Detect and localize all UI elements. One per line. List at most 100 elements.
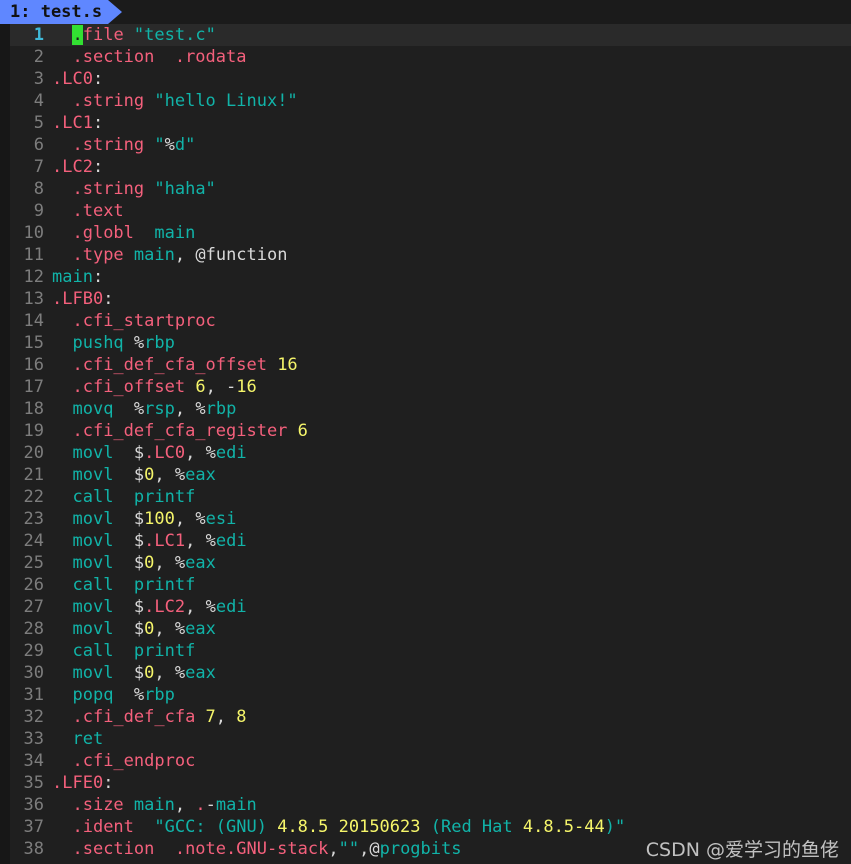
code-line[interactable]: 12 main:	[0, 266, 851, 288]
code-line[interactable]: 2 .section .rodata	[0, 46, 851, 68]
code-token: ,	[328, 839, 339, 859]
code-line[interactable]: 36 .size main, .-main	[0, 794, 851, 816]
code-token: main	[133, 245, 175, 265]
code-token: :	[103, 773, 114, 793]
code-text: .globl main	[44, 222, 851, 244]
code-token: .size	[72, 795, 134, 815]
code-line[interactable]: 10 .globl main	[0, 222, 851, 244]
tab-arrow-icon	[108, 0, 123, 24]
code-text: .file "test.c"	[44, 24, 851, 46]
text-cursor: .	[72, 25, 83, 45]
code-token: eax	[185, 553, 216, 573]
code-line[interactable]: 3 .LC0:	[0, 68, 851, 90]
code-line[interactable]: 6 .string "%d"	[0, 134, 851, 156]
code-token: ,	[174, 399, 196, 419]
code-text: .LFB0:	[44, 288, 851, 310]
code-token: rsp	[144, 399, 175, 419]
code-token: $	[133, 531, 145, 551]
code-token: @	[369, 839, 380, 859]
code-editor[interactable]: 1 .file "test.c" 2 .section .rodata 3 .LC0:…	[0, 24, 851, 864]
code-line[interactable]: 18 movq %rsp, %rbp	[0, 398, 851, 420]
code-token: $	[133, 619, 145, 639]
code-line[interactable]: 21 movl $0, %eax	[0, 464, 851, 486]
code-token: movl	[72, 531, 134, 551]
code-line[interactable]: 22 call printf	[0, 486, 851, 508]
code-text: movl $0, %eax	[44, 552, 851, 574]
code-token: d"	[174, 135, 196, 155]
code-line[interactable]: 19 .cfi_def_cfa_register 6	[0, 420, 851, 442]
code-line[interactable]: 30 movl $0, %eax	[0, 662, 851, 684]
code-token: movl	[72, 597, 134, 617]
code-line[interactable]: 9 .text	[0, 200, 851, 222]
code-token: eax	[185, 663, 216, 683]
code-line[interactable]: 38 .section .note.GNU-stack,"",@progbits	[0, 838, 851, 860]
code-token: .LC2	[52, 157, 93, 177]
code-token: esi	[205, 509, 237, 529]
code-token: .globl	[72, 223, 134, 243]
code-token: %	[174, 465, 186, 485]
code-line[interactable]: 37 .ident "GCC: (GNU) 4.8.5 20150623 (Re…	[0, 816, 851, 838]
code-line[interactable]: 34 .cfi_endproc	[0, 750, 851, 772]
code-line[interactable]: 11 .type main, @function	[0, 244, 851, 266]
code-line[interactable]: 5 .LC1:	[0, 112, 851, 134]
code-token: main	[133, 795, 175, 815]
code-token: )"	[604, 817, 626, 837]
code-line[interactable]: 14 .cfi_startproc	[0, 310, 851, 332]
code-text: movl $0, %eax	[44, 662, 851, 684]
code-line[interactable]: 20 movl $.LC0, %edi	[0, 442, 851, 464]
code-line[interactable]: 27 movl $.LC2, %edi	[0, 596, 851, 618]
code-token: .LC0	[52, 69, 93, 89]
code-text: .string "hello Linux!"	[44, 90, 851, 112]
code-line[interactable]: 13 .LFB0:	[0, 288, 851, 310]
code-line[interactable]: 24 movl $.LC1, %edi	[0, 530, 851, 552]
code-line[interactable]: 35 .LFE0:	[0, 772, 851, 794]
code-token: ,	[154, 465, 175, 485]
code-line[interactable]: 29 call printf	[0, 640, 851, 662]
code-token: %	[174, 663, 186, 683]
code-token: .LFB0	[52, 289, 104, 309]
code-token: %	[195, 399, 206, 419]
code-line[interactable]: 32 .cfi_def_cfa 7, 8	[0, 706, 851, 728]
code-token: .LFE0	[52, 773, 104, 793]
code-line[interactable]: 15 pushq %rbp	[0, 332, 851, 354]
code-line[interactable]: 7 .LC2:	[0, 156, 851, 178]
code-text: .text	[44, 200, 851, 222]
code-text: movl $100, %esi	[44, 508, 851, 530]
code-line[interactable]: 26 call printf	[0, 574, 851, 596]
code-token: .LC0	[144, 443, 186, 463]
code-token: .cfi_offset	[72, 377, 196, 397]
code-token: :	[92, 267, 104, 287]
code-line[interactable]: 8 .string "haha"	[0, 178, 851, 200]
code-line[interactable]: 23 movl $100, %esi	[0, 508, 851, 530]
code-text: .type main, @function	[44, 244, 851, 266]
code-text: .cfi_startproc	[44, 310, 851, 332]
code-token: -	[226, 377, 237, 397]
code-line[interactable]: 25 movl $0, %eax	[0, 552, 851, 574]
tab-test-s[interactable]: 1: test.s	[0, 0, 109, 24]
code-text: .cfi_def_cfa 7, 8	[44, 706, 851, 728]
code-line[interactable]: 28 movl $0, %eax	[0, 618, 851, 640]
code-token: function	[205, 245, 288, 265]
code-text: main:	[44, 266, 851, 288]
code-line[interactable]: 16 .cfi_def_cfa_offset 16	[0, 354, 851, 376]
code-text: .size main, .-main	[44, 794, 851, 816]
code-token: $	[133, 553, 145, 573]
code-token: "	[154, 135, 165, 155]
code-line[interactable]: 17 .cfi_offset 6, -16	[0, 376, 851, 398]
code-line[interactable]: 31 popq %rbp	[0, 684, 851, 706]
code-token: .string	[72, 179, 155, 199]
code-line[interactable]: 4 .string "hello Linux!"	[0, 90, 851, 112]
code-line[interactable]: 33 ret	[0, 728, 851, 750]
code-line[interactable]: 1 .file "test.c"	[0, 24, 851, 46]
code-token: 4.8.5 20150623	[277, 817, 421, 837]
code-token: $	[133, 443, 145, 463]
code-token: ,	[205, 377, 227, 397]
